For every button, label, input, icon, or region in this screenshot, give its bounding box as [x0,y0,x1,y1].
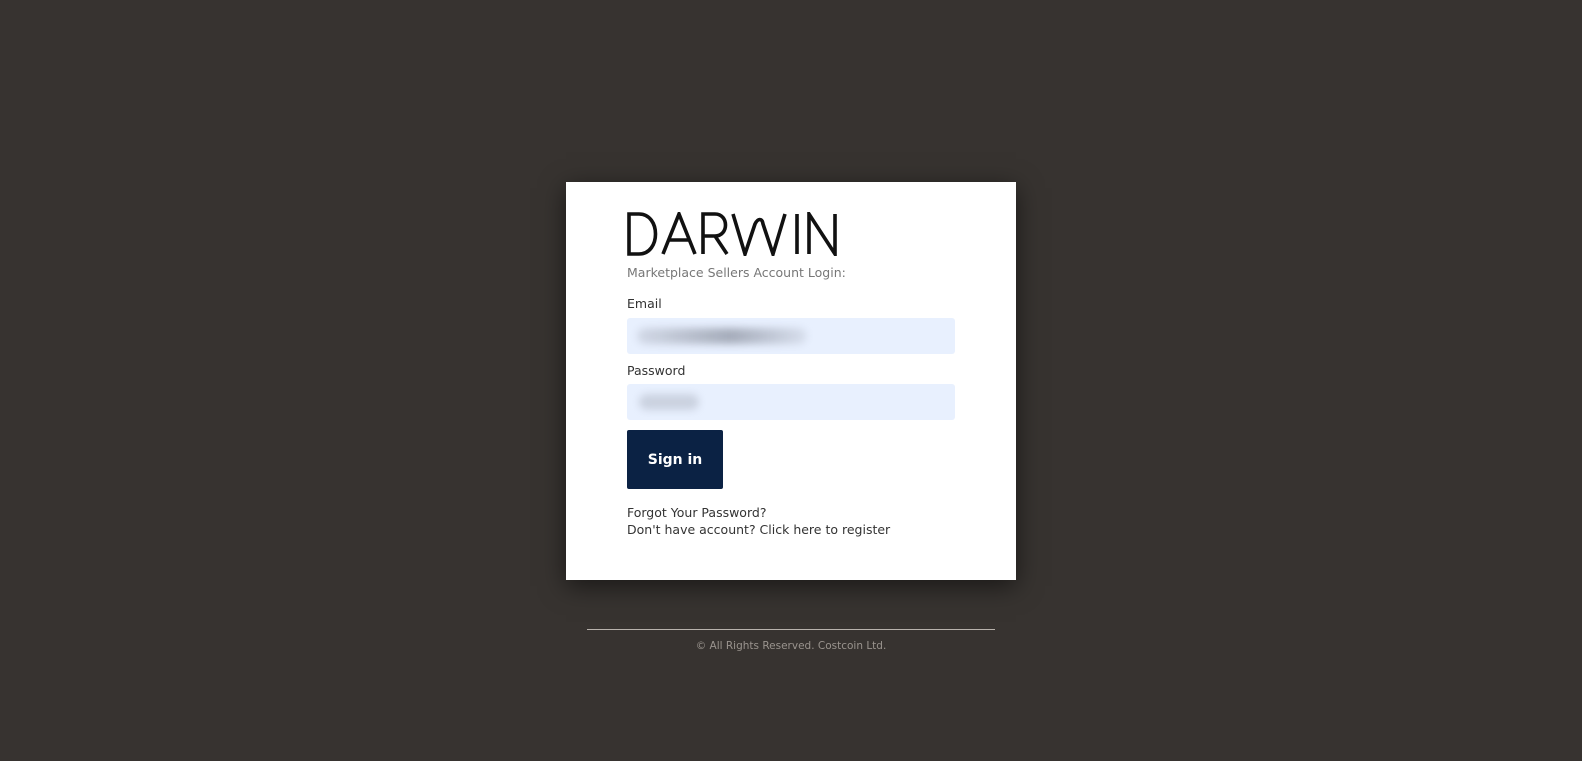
email-label: Email [627,296,662,311]
login-subtitle: Marketplace Sellers Account Login: [627,265,846,280]
email-field[interactable] [627,318,955,354]
darwin-logo [627,212,837,256]
register-link[interactable]: Don't have account? Click here to regist… [627,522,890,537]
footer-copyright: © All Rights Reserved. Costcoin Ltd. [695,640,887,652]
forgot-password-link[interactable]: Forgot Your Password? [627,505,766,520]
password-label: Password [627,363,686,378]
sign-in-button[interactable]: Sign in [627,430,723,489]
password-value-redacted [639,394,699,410]
email-value-redacted [637,328,807,344]
footer-divider [587,629,995,630]
password-field[interactable] [627,384,955,420]
login-card: Marketplace Sellers Account Login: Email… [566,182,1016,580]
